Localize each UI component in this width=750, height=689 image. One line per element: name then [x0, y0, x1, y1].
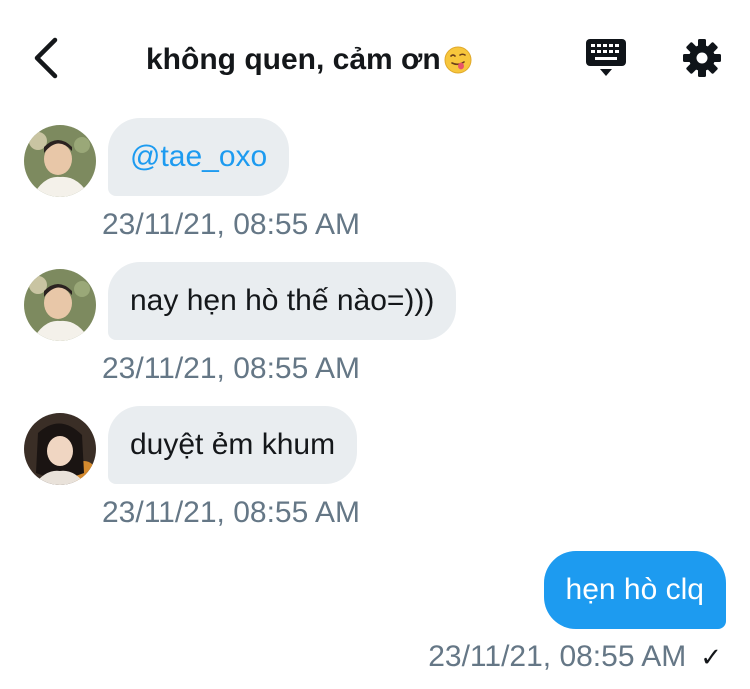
- gear-icon: [683, 39, 721, 77]
- user-photo-icon: [24, 269, 96, 341]
- sent-checkmark-icon: ✓: [700, 642, 722, 672]
- back-button[interactable]: [26, 34, 66, 82]
- message-text: hẹn hò clq: [565, 573, 704, 606]
- avatar[interactable]: [24, 413, 96, 485]
- message-bubble[interactable]: nay hẹn hò thế nào=))): [108, 262, 457, 340]
- message-bubble[interactable]: @tae_oxo: [108, 118, 290, 196]
- message-timestamp: 23/11/21, 08:55 AM: [102, 208, 360, 241]
- avatar[interactable]: [24, 269, 96, 341]
- conversation-header: không quen, cảm ơn: [0, 0, 750, 112]
- smiling-face-with-tongue-emoji-icon: [444, 46, 472, 74]
- message-mention-link[interactable]: @tae_oxo: [130, 140, 267, 174]
- message-timestamp: 23/11/21, 08:55 AM: [102, 496, 360, 529]
- message-timestamp-text: 23/11/21, 08:55 AM: [428, 640, 687, 673]
- conversation-title[interactable]: không quen, cảm ơn: [146, 38, 473, 82]
- user-photo-icon: [24, 413, 96, 485]
- sent-message-bubble[interactable]: hẹn hò clq: [543, 551, 726, 629]
- conversation-title-text: không quen, cảm ơn: [146, 43, 441, 76]
- keyboard-icon: [586, 39, 626, 76]
- message-timestamp: 23/11/21, 08:55 AM: [102, 352, 360, 385]
- message-bubble[interactable]: duyệt ẻm khum: [108, 406, 358, 484]
- message-text: nay hẹn hò thế nào=))): [130, 284, 435, 317]
- conversation-settings-button[interactable]: [680, 36, 724, 80]
- avatar[interactable]: [24, 125, 96, 197]
- message-timestamp: 23/11/21, 08:55 AM ✓: [428, 640, 722, 674]
- chevron-left-icon: [34, 37, 58, 79]
- message-text: duyệt ẻm khum: [130, 428, 336, 461]
- dm-conversation-screen: không quen, cảm ơn @tae_oxo 23/11/21, 08…: [0, 0, 750, 689]
- user-photo-icon: [24, 125, 96, 197]
- keyboard-button[interactable]: [584, 36, 628, 80]
